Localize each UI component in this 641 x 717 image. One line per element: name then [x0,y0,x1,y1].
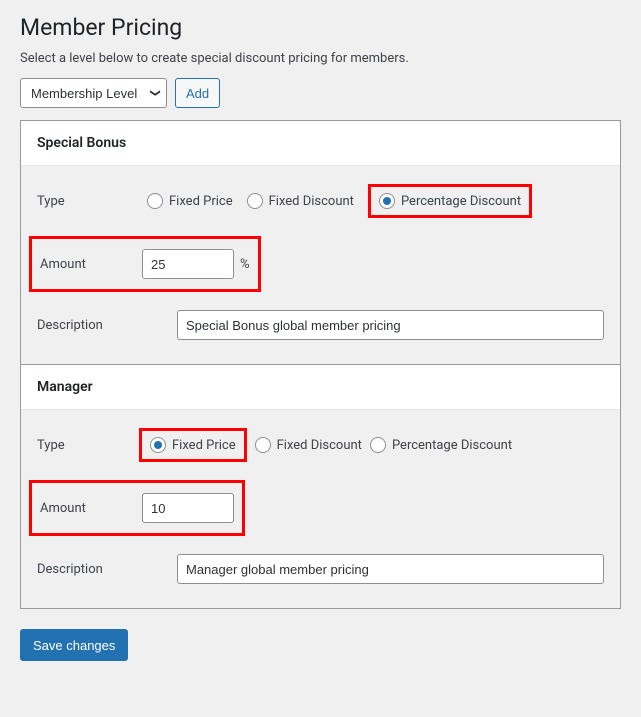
radio-dot-icon [147,193,163,209]
radio-dot-icon [150,437,166,453]
highlight-amount-annotation: Amount [29,480,245,536]
radio-percentage-discount[interactable]: Percentage Discount [379,193,521,209]
description-field [177,554,604,584]
radio-fixed-price[interactable]: Fixed Price [147,193,233,209]
description-label: Description [37,562,177,577]
description-row: Description [37,554,604,584]
radio-fixed-discount[interactable]: Fixed Discount [247,193,354,209]
radio-label: Percentage Discount [392,438,512,453]
type-label: Type [37,194,147,209]
radio-dot-icon [370,437,386,453]
radio-label: Percentage Discount [401,194,521,209]
section-header-manager: Manager [21,365,620,410]
type-radio-group: Fixed Price Fixed Discount Percentage Di… [147,184,604,218]
radio-percentage-discount[interactable]: Percentage Discount [370,437,512,453]
description-input[interactable] [177,554,604,584]
amount-row: Amount [29,480,604,536]
section-body-special-bonus: Type Fixed Price Fixed Discount Percenta… [21,166,620,364]
highlight-type-annotation: Percentage Discount [368,184,532,218]
radio-dot-icon [255,437,271,453]
membership-level-select-wrap: Membership Level ❯ [20,78,167,108]
radio-label: Fixed Price [169,194,233,209]
highlight-amount-annotation: Amount % [29,236,261,292]
amount-label: Amount [40,257,142,272]
type-label: Type [37,438,147,453]
membership-level-select[interactable]: Membership Level [20,78,167,108]
add-button[interactable]: Add [175,78,220,108]
radio-dot-icon [379,193,395,209]
radio-label: Fixed Discount [269,194,354,209]
amount-input[interactable] [142,249,234,279]
type-row: Type Fixed Price Fixed Discount Percenta… [37,184,604,218]
highlight-type-annotation: Fixed Price [139,428,247,462]
radio-fixed-discount[interactable]: Fixed Discount [255,437,362,453]
radio-label: Fixed Price [172,438,236,453]
description-label: Description [37,318,177,333]
type-radio-group: Fixed Price Fixed Discount Percentage Di… [139,428,604,462]
amount-row: Amount % [29,236,604,292]
description-input[interactable] [177,310,604,340]
page-subtitle: Select a level below to create special d… [20,51,621,66]
page-title: Member Pricing [20,14,621,41]
description-row: Description [37,310,604,340]
amount-input[interactable] [142,493,234,523]
radio-dot-icon [247,193,263,209]
section-body-manager: Type Fixed Price Fixed Discount Percenta… [21,410,620,608]
section-header-special-bonus: Special Bonus [21,121,620,166]
radio-label: Fixed Discount [277,438,362,453]
save-changes-button[interactable]: Save changes [20,629,128,661]
radio-fixed-price[interactable]: Fixed Price [150,437,236,453]
amount-suffix: % [240,257,250,272]
description-field [177,310,604,340]
type-row: Type Fixed Price Fixed Discount Percenta… [37,428,604,462]
pricing-panel: Special Bonus Type Fixed Price Fixed Dis… [20,120,621,609]
top-controls: Membership Level ❯ Add [20,78,621,108]
amount-label: Amount [40,501,142,516]
